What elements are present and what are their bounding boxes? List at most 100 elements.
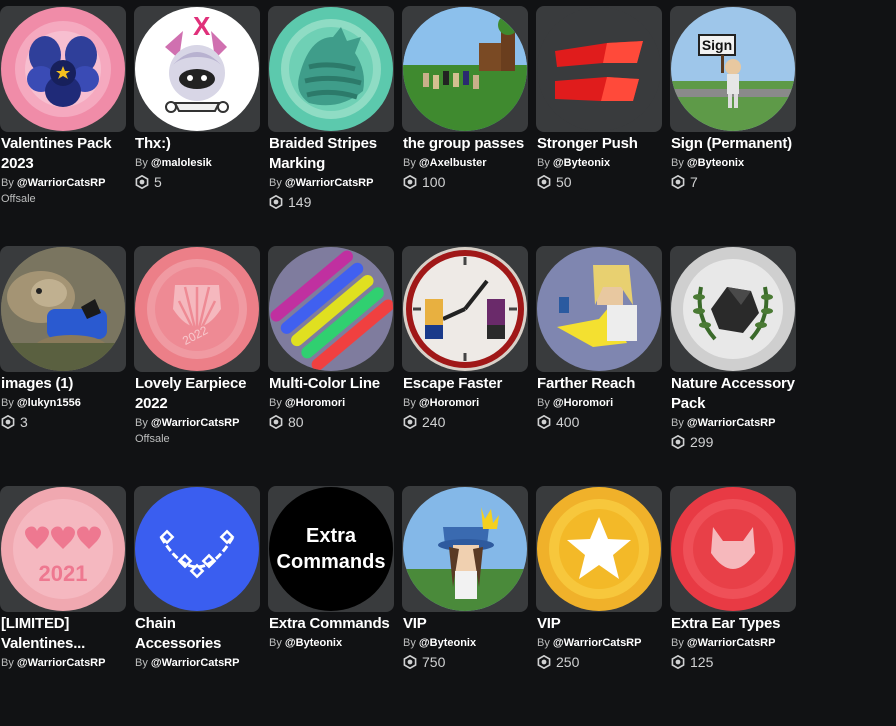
item-name[interactable]: [LIMITED] Valentines... [1,614,126,654]
item-card[interactable]: Nature Accessory Pack By @WarriorCatsRP 29… [670,246,796,486]
item-card[interactable]: VIP By @Byteonix 750 [402,486,528,726]
item-card[interactable]: Extra Ear Types By @WarriorCatsRP 125 [670,486,796,726]
item-creator[interactable]: By @WarriorCatsRP [537,636,662,650]
reach-avatar-icon[interactable] [536,246,662,372]
by-label: By [671,637,687,649]
item-name[interactable]: Braided Stripes Marking [269,134,394,174]
creator-name[interactable]: @Byteonix [285,637,342,649]
item-card[interactable]: 2021 [LIMITED] Valentines... By @WarriorCa… [0,486,126,726]
item-creator[interactable]: By @WarriorCatsRP [135,656,260,670]
creator-name[interactable]: @WarriorCatsRP [687,417,776,429]
item-creator[interactable]: By @lukyn1556 [1,396,126,410]
price-value: 299 [690,434,714,450]
item-name[interactable]: Multi-Color Line [269,374,394,394]
group-scene-icon[interactable] [402,6,528,132]
item-card[interactable]: Chain Accessories By @WarriorCatsRP [134,486,260,726]
item-price: 3 [1,413,126,431]
item-creator[interactable]: By @WarriorCatsRP [1,656,126,670]
hearts-2021-icon[interactable]: 2021 [0,486,126,612]
creator-name[interactable]: @WarriorCatsRP [17,657,106,669]
item-card[interactable]: Farther Reach By @Horomori 400 [536,246,662,486]
item-card[interactable]: the group passes By @Axelbuster 100 [402,6,528,246]
item-name[interactable]: Valentines Pack 2023 [1,134,126,174]
item-name[interactable]: Thx:) [135,134,260,154]
item-name[interactable]: Nature Accessory Pack [671,374,796,414]
item-card[interactable]: Valentines Pack 2023 By @WarriorCatsRP Off… [0,6,126,246]
creator-name[interactable]: @WarriorCatsRP [553,637,642,649]
chain-icon[interactable] [134,486,260,612]
clock-avatars-icon[interactable] [402,246,528,372]
creator-name[interactable]: @WarriorCatsRP [151,657,240,669]
sign-avatar-icon[interactable]: Sign [670,6,796,132]
item-name[interactable]: Extra Ear Types [671,614,796,634]
striped-cat-icon[interactable] [268,6,394,132]
item-creator[interactable]: By @malolesik [135,156,260,170]
item-price: 400 [537,413,662,431]
item-card[interactable]: Braided Stripes Marking By @WarriorCatsRP… [268,6,394,246]
item-card[interactable]: Escape Faster By @Horomori 240 [402,246,528,486]
item-creator[interactable]: By @WarriorCatsRP [671,416,796,430]
item-name[interactable]: VIP [537,614,662,634]
item-creator[interactable]: By @Axelbuster [403,156,528,170]
item-name[interactable]: Stronger Push [537,134,662,154]
item-card[interactable]: VIP By @WarriorCatsRP 250 [536,486,662,726]
price-value: 250 [556,654,580,670]
item-name[interactable]: Lovely Earpiece 2022 [135,374,260,414]
pansy-pack-icon[interactable] [0,6,126,132]
price-value: 125 [690,654,714,670]
heart-earpiece-icon[interactable]: 2022 [134,246,260,372]
item-name[interactable]: images (1) [1,374,126,394]
vip-avatar-icon[interactable] [402,486,528,612]
item-name[interactable]: Extra Commands [269,614,394,634]
item-name[interactable]: Farther Reach [537,374,662,394]
item-creator[interactable]: By @Byteonix [269,636,394,650]
creator-name[interactable]: @WarriorCatsRP [285,177,374,189]
creator-name[interactable]: @Byteonix [553,157,610,169]
item-creator[interactable]: By @Horomori [269,396,394,410]
creator-name[interactable]: @Horomori [553,397,613,409]
creator-name[interactable]: @Byteonix [419,637,476,649]
item-card[interactable]: images (1) By @lukyn1556 3 [0,246,126,486]
item-price: 750 [403,653,528,671]
by-label: By [537,637,553,649]
item-name[interactable]: Chain Accessories [135,614,260,654]
creator-name[interactable]: @WarriorCatsRP [687,637,776,649]
item-card[interactable]: Sign Sign (Permanent) By @Byteonix 7 [670,6,796,246]
creator-name[interactable]: @Horomori [285,397,345,409]
item-creator[interactable]: By @Byteonix [537,156,662,170]
creator-name[interactable]: @Axelbuster [419,157,487,169]
ear-types-icon[interactable] [670,486,796,612]
push-arrows-icon[interactable] [536,6,662,132]
creator-name[interactable]: @lukyn1556 [17,397,81,409]
item-creator[interactable]: By @Byteonix [403,636,528,650]
item-creator[interactable]: By @WarriorCatsRP [671,636,796,650]
item-card[interactable]: 2022 Lovely Earpiece 2022 By @WarriorCatsR… [134,246,260,486]
creator-name[interactable]: @WarriorCatsRP [151,417,240,429]
extra-commands-icon[interactable]: Extra Commands [268,486,394,612]
item-card[interactable]: Multi-Color Line By @Horomori 80 [268,246,394,486]
item-creator[interactable]: By @Horomori [403,396,528,410]
item-creator[interactable]: By @Byteonix [671,156,796,170]
creator-name[interactable]: @malolesik [151,157,212,169]
item-name[interactable]: VIP [403,614,528,634]
item-creator[interactable]: By @Horomori [537,396,662,410]
item-creator[interactable]: By @WarriorCatsRP [135,416,260,430]
rock-laurel-icon[interactable] [670,246,796,372]
price-value: 240 [422,414,446,430]
creator-name[interactable]: @Horomori [419,397,479,409]
item-creator[interactable]: By @WarriorCatsRP [269,176,394,190]
creator-name[interactable]: @WarriorCatsRP [17,177,106,189]
item-name[interactable]: Sign (Permanent) [671,134,796,154]
item-name[interactable]: the group passes [403,134,528,154]
robux-icon [671,175,685,189]
cartoon-face-icon[interactable]: X [134,6,260,132]
photo-cat-icon[interactable] [0,246,126,372]
creator-name[interactable]: @Byteonix [687,157,744,169]
item-card[interactable]: Stronger Push By @Byteonix 50 [536,6,662,246]
item-creator[interactable]: By @WarriorCatsRP [1,176,126,190]
color-lines-icon[interactable] [268,246,394,372]
item-name[interactable]: Escape Faster [403,374,528,394]
item-card[interactable]: Extra Commands Extra Commands By @Byteonix [268,486,394,726]
item-card[interactable]: X Thx:) By @malolesik 5 [134,6,260,246]
gold-star-icon[interactable] [536,486,662,612]
